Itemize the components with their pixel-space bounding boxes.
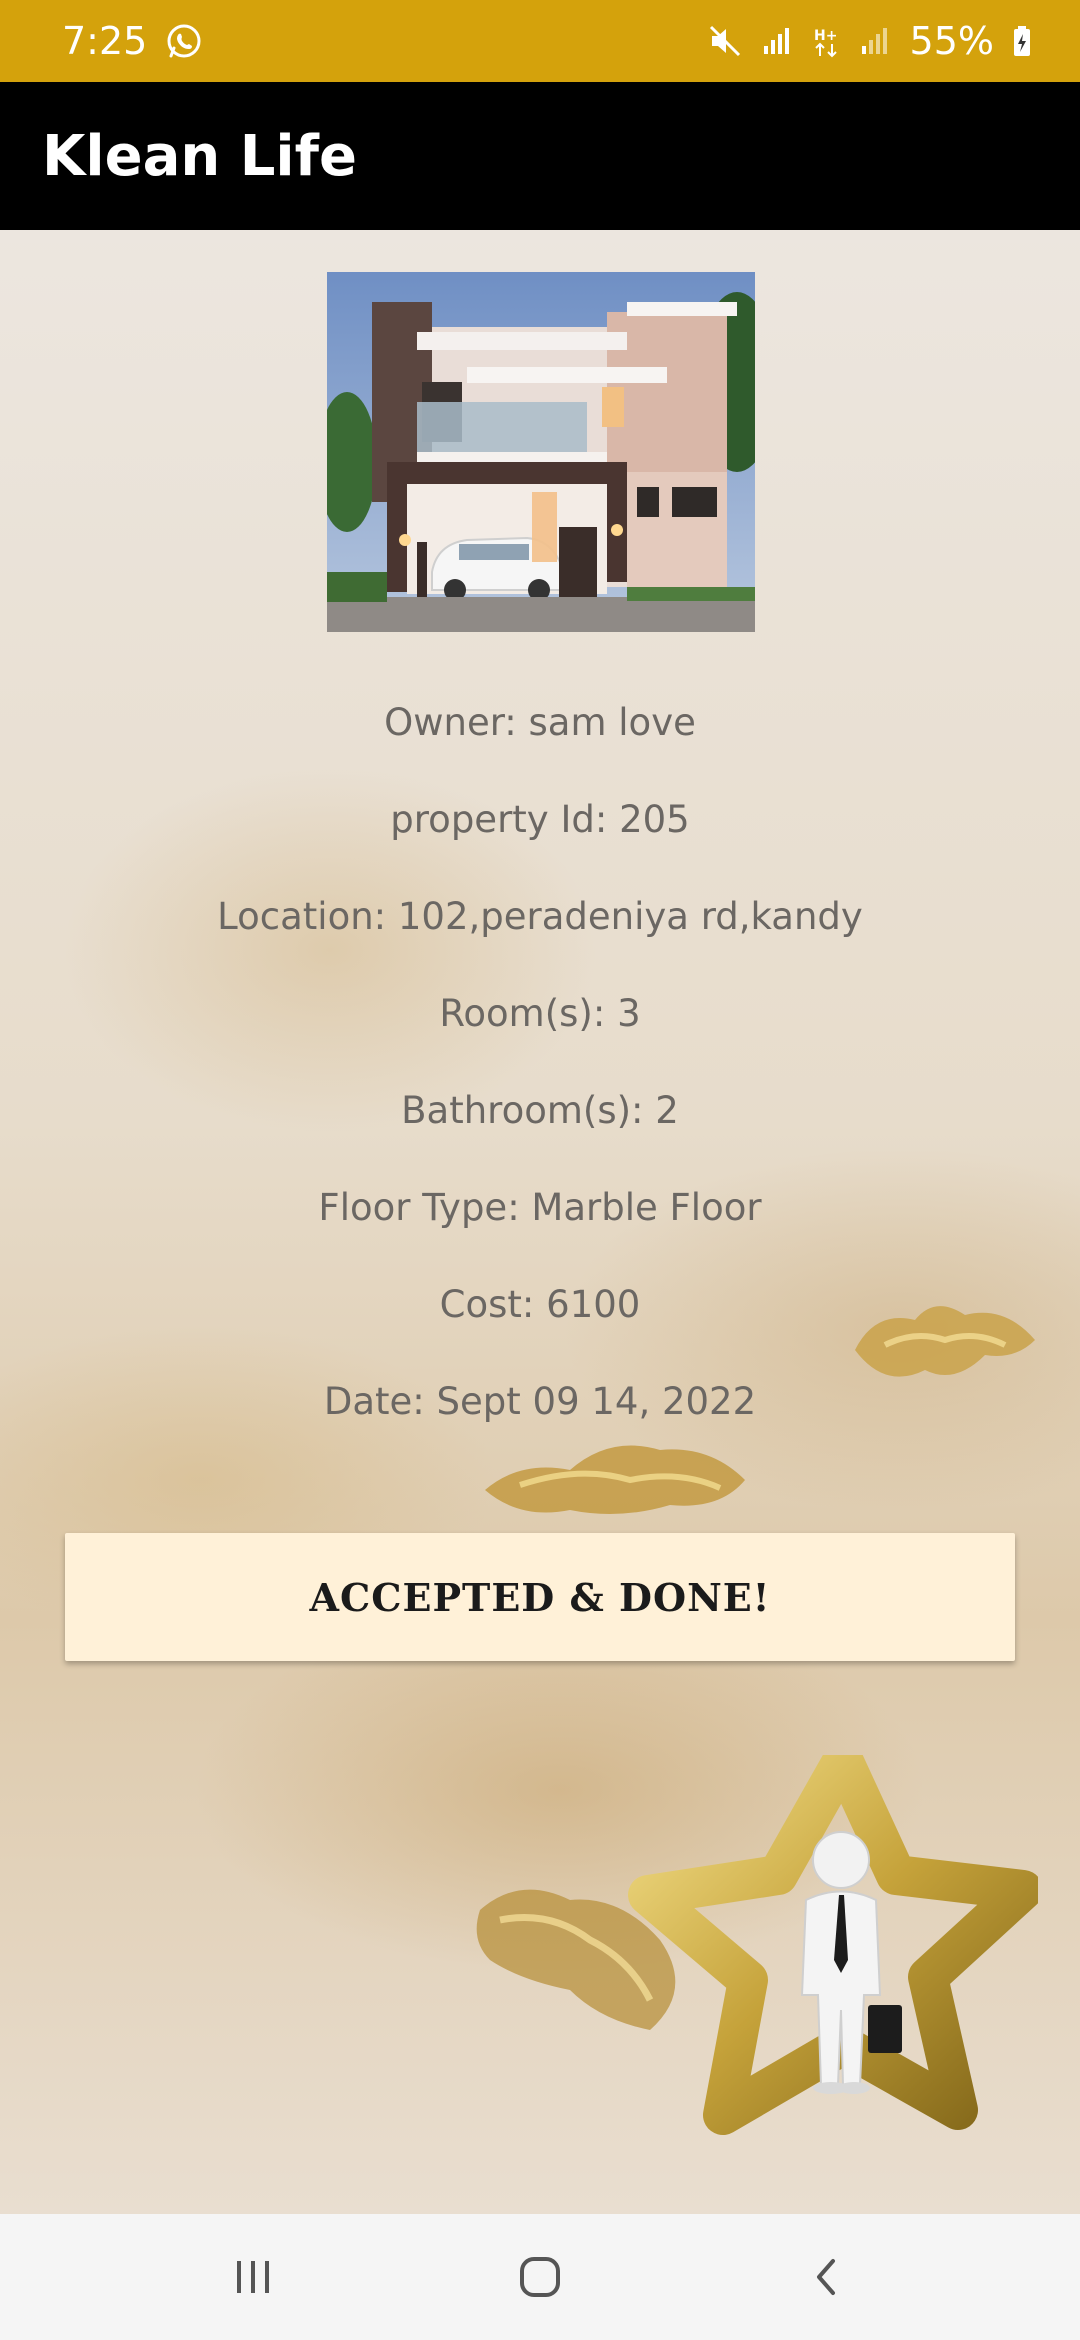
property-id-text: property Id: 205 [390,798,690,841]
accepted-done-button[interactable]: ACCEPTED & DONE! [65,1533,1015,1661]
location-text: Location: 102,peradeniya rd,kandy [217,895,863,938]
mute-icon [708,24,742,58]
recent-apps-icon [237,2261,270,2293]
whatsapp-icon [165,22,203,60]
floor-type-text: Floor Type: Marble Floor [318,1186,762,1229]
home-button[interactable] [480,2227,600,2327]
signal-icon [760,24,794,58]
property-details: Owner: sam love property Id: 205 Locatio… [0,674,1080,1450]
app-title: Klean Life [42,123,357,189]
date-text: Date: Sept 09 14, 2022 [323,1380,757,1423]
property-image [327,272,755,632]
star-businessman-illustration [628,1755,1038,2135]
cost-text: Cost: 6100 [439,1283,641,1326]
home-icon [519,2257,560,2297]
data-hplus-icon: H+ [812,24,840,58]
system-nav-bar [0,2214,1080,2340]
app-bar: Klean Life [0,82,1080,230]
status-time: 7:25 [62,19,148,63]
bathrooms-text: Bathroom(s): 2 [401,1089,679,1132]
rooms-text: Room(s): 3 [439,992,641,1035]
back-icon [816,2259,835,2295]
property-detail-screen: Owner: sam love property Id: 205 Locatio… [0,230,1080,2214]
back-button[interactable] [767,2227,887,2327]
owner-text: Owner: sam love [384,701,696,744]
svg-text:H+: H+ [814,28,837,44]
battery-percent: 55% [909,19,994,63]
battery-charging-icon [1012,24,1032,58]
signal-weak-icon [858,24,892,58]
status-bar: 7:25 H+ 55% [0,0,1080,82]
recent-apps-button[interactable] [193,2227,313,2327]
